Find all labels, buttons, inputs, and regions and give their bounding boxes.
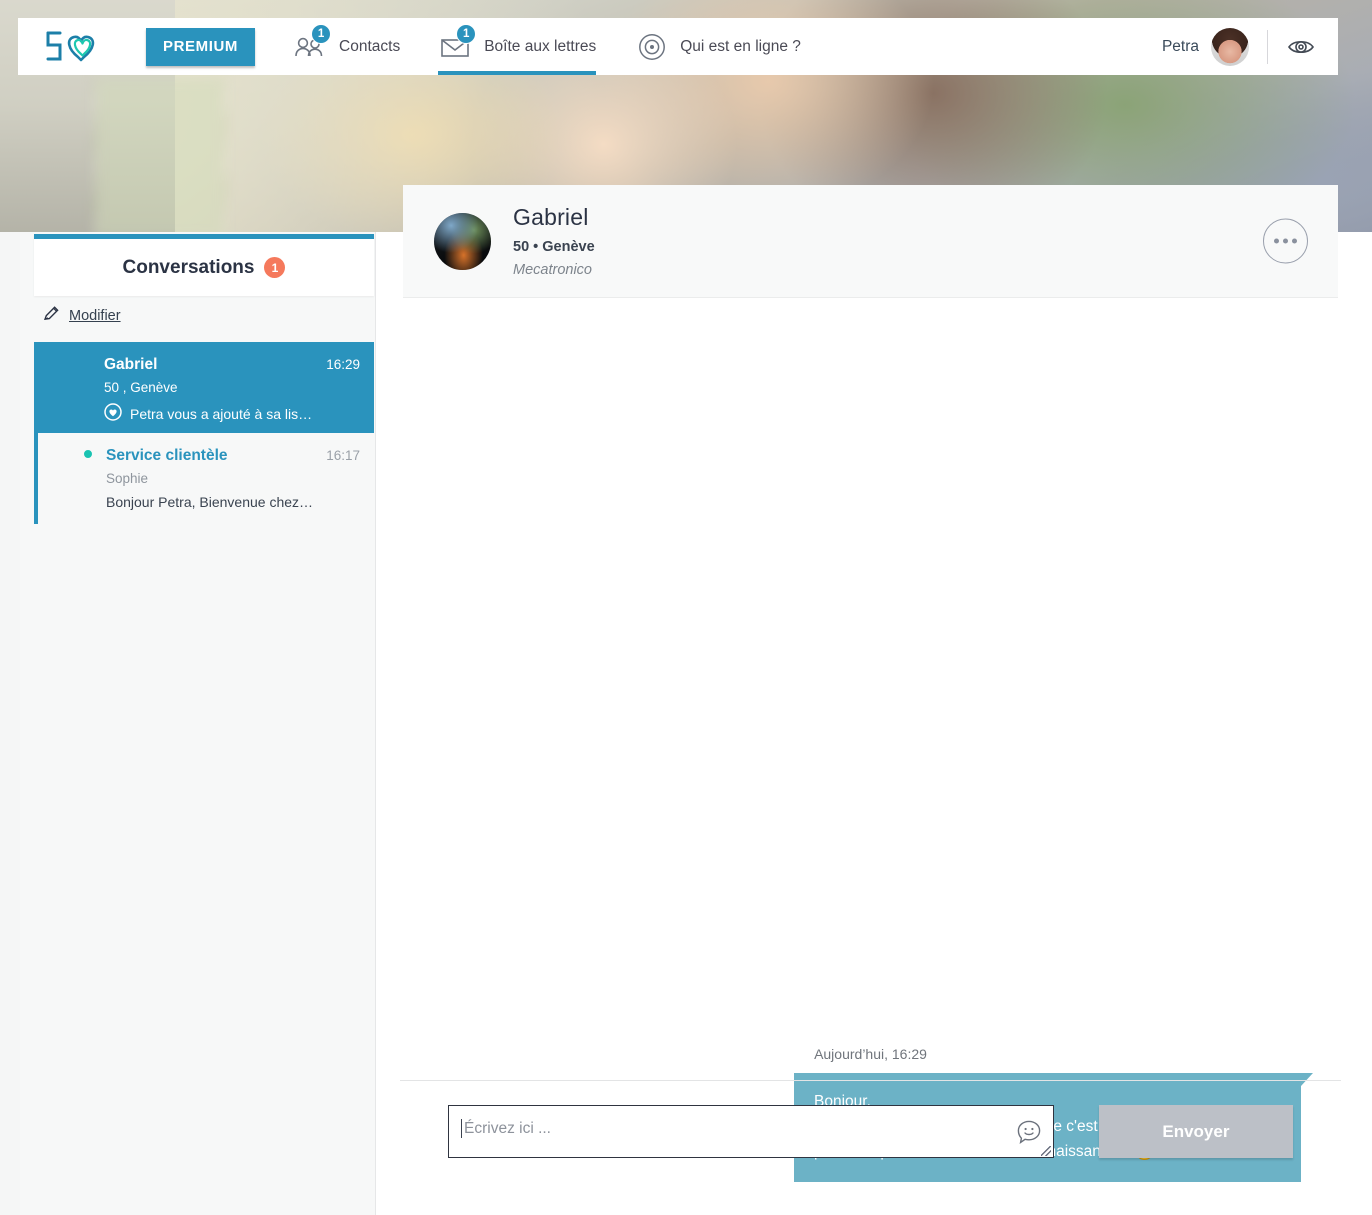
nav-label-who-is-online: Qui est en ligne ?: [680, 37, 801, 55]
premium-button[interactable]: PREMIUM: [146, 27, 256, 66]
conversations-title: Conversations: [122, 256, 255, 278]
page-title: Gabriel: [513, 204, 589, 230]
chat-header: Gabriel 50 • Genève Mecatronico: [403, 185, 1338, 298]
edit-label: Modifier: [69, 308, 121, 324]
nav-label-contacts: Contacts: [339, 37, 401, 55]
nav-item-contacts[interactable]: 1 Contacts: [293, 18, 400, 75]
heart-circle-icon: [104, 403, 122, 424]
edit-conversations-button[interactable]: Modifier: [42, 304, 121, 328]
more-options-icon[interactable]: [1263, 218, 1308, 264]
chat-partner-job: Mecatronico: [513, 262, 592, 278]
header-user-area: Petra: [1161, 27, 1316, 66]
message-input-placeholder: Écrivez ici ...: [464, 1120, 551, 1137]
avatar: [48, 358, 91, 401]
chat-panel: Gabriel 50 • Genève Mecatronico Aujourd’…: [400, 185, 1341, 1215]
conversation-subtitle: 50 , Genève: [104, 380, 178, 395]
online-status-dot: [82, 448, 94, 460]
resize-handle[interactable]: [1040, 1146, 1051, 1156]
chat-partner-meta: 50 • Genève: [513, 239, 595, 255]
message-composer: Écrivez ici ... Envoyer: [400, 1080, 1341, 1158]
conversation-preview-text: Petra vous a ajouté à sa lis…: [130, 405, 313, 422]
list-item[interactable]: Service clientèle 16:17 Sophie Bonjour P…: [34, 433, 374, 524]
conversation-name: Gabriel: [104, 356, 158, 373]
conversation-body: Gabriel 16:29 50 , Genève Petra vous a a…: [104, 356, 360, 433]
list-item[interactable]: Gabriel 16:29 50 , Genève Petra vous a a…: [34, 342, 374, 433]
conversation-subtitle: Sophie: [106, 471, 149, 486]
conversation-body: Service clientèle 16:17 Sophie Bonjour P…: [106, 447, 360, 524]
conversation-list: Gabriel 16:29 50 , Genève Petra vous a a…: [34, 342, 374, 524]
brand-logo[interactable]: [42, 27, 104, 67]
mailbox-badge: 1: [456, 23, 477, 44]
top-navigation-bar: PREMIUM 1 Contacts 1 Boîte aux lettres Q…: [18, 18, 1338, 75]
chat-message-area: Aujourd’hui, 16:29 Bonjour, j'ai aimé vo…: [403, 298, 1338, 1183]
conversations-unread-badge: 1: [264, 257, 286, 278]
nav-label-mailbox: Boîte aux lettres: [484, 37, 597, 55]
conversation-time: 16:29: [326, 357, 360, 372]
header-divider: [1267, 29, 1268, 64]
eye-icon[interactable]: [1286, 32, 1316, 62]
message-input[interactable]: Écrivez ici ...: [448, 1105, 1054, 1158]
avatar[interactable]: [434, 212, 491, 270]
conversation-preview-row: Petra vous a ajouté à sa lis…: [104, 403, 360, 424]
contacts-icon: 1: [293, 23, 332, 61]
conversation-time: 16:17: [326, 448, 360, 463]
envelope-icon: 1: [438, 23, 477, 61]
nav-item-mailbox[interactable]: 1 Boîte aux lettres: [438, 18, 597, 75]
contacts-badge: 1: [311, 23, 332, 44]
radar-icon: [634, 33, 670, 61]
page-root: PREMIUM 1 Contacts 1 Boîte aux lettres Q…: [0, 0, 1372, 1215]
conversation-preview-row: Bonjour Petra, Bienvenue chez…: [106, 494, 360, 510]
message-timestamp: Aujourd’hui, 16:29: [814, 1046, 927, 1062]
conversation-preview-text: Bonjour Petra, Bienvenue chez…: [106, 494, 314, 510]
page-left-gutter: [0, 232, 20, 1215]
hero-foliage-blur: [95, 78, 225, 238]
emoji-picker-icon[interactable]: [1015, 1118, 1043, 1146]
pencil-icon: [42, 304, 61, 328]
nav-item-who-is-online[interactable]: Qui est en ligne ?: [634, 18, 801, 75]
tab-conversations[interactable]: Conversations 1: [34, 234, 374, 296]
current-user-name: Petra: [1161, 37, 1199, 55]
chat-partner-info: Gabriel 50 • Genève Mecatronico: [513, 204, 595, 278]
conversations-sidebar: Conversations 1 Modifier Gabriel 16:29 5…: [20, 232, 376, 1215]
text-caret: [461, 1119, 462, 1138]
send-button[interactable]: Envoyer: [1098, 1105, 1293, 1158]
avatar: [50, 448, 94, 492]
conversation-name: Service clientèle: [106, 447, 228, 464]
avatar[interactable]: [1211, 27, 1249, 66]
